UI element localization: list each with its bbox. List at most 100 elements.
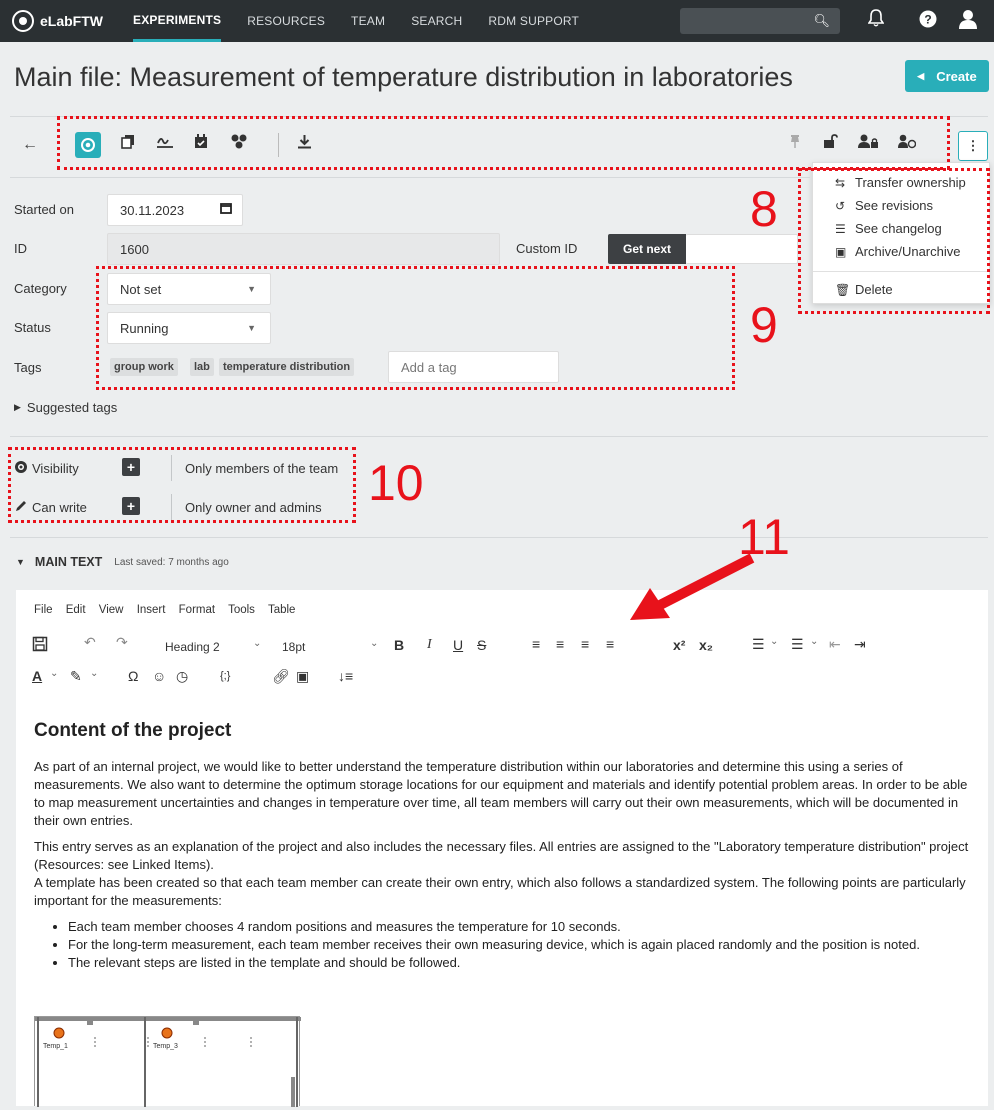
italic-icon[interactable]: I xyxy=(427,637,432,653)
nav-experiments[interactable]: EXPERIMENTS xyxy=(133,0,222,42)
custom-id-label: Custom ID xyxy=(516,241,578,256)
brand-name: eLabFTW xyxy=(40,13,103,29)
custom-id-input[interactable] xyxy=(686,234,798,264)
divider xyxy=(10,537,988,538)
paragraph: A template has been created so that each… xyxy=(34,875,966,908)
elabftw-logo-icon xyxy=(12,10,34,32)
numbered-list-icon[interactable]: ☰ xyxy=(791,636,804,653)
align-right-icon[interactable]: ≡ xyxy=(581,636,589,652)
list-item: Each team member chooses 4 random positi… xyxy=(68,918,974,936)
main-text-toggle[interactable]: ▼ MAIN TEXT Last saved: 7 months ago xyxy=(16,555,229,569)
id-label: ID xyxy=(14,241,27,256)
create-label: Create xyxy=(936,68,977,84)
rich-text-editor[interactable]: File Edit View Insert Format Tools Table… xyxy=(16,590,988,1107)
menu-view[interactable]: View xyxy=(99,604,124,616)
caret-left-icon: ◀ xyxy=(917,70,925,81)
bullet-list-icon[interactable]: ☰ xyxy=(752,636,765,653)
main-text-label: MAIN TEXT xyxy=(34,555,103,569)
get-next-button[interactable]: Get next xyxy=(608,234,686,264)
nav-team[interactable]: TEAM xyxy=(351,0,385,42)
chevron-down-icon: ⌄ xyxy=(90,668,99,679)
chevron-down-icon: ⌄ xyxy=(770,636,779,647)
code-icon[interactable]: {;} xyxy=(220,670,230,682)
menu-edit[interactable]: Edit xyxy=(66,604,86,616)
id-value: 1600 xyxy=(120,241,149,257)
bold-icon[interactable]: B xyxy=(394,637,404,653)
menu-table[interactable]: Table xyxy=(268,604,296,616)
superscript-icon[interactable]: x² xyxy=(673,637,685,653)
nav-search[interactable]: SEARCH xyxy=(411,0,462,42)
image-icon[interactable]: ▣ xyxy=(296,668,309,685)
chevron-down-icon: ⌄ xyxy=(253,638,262,649)
calendar-icon xyxy=(220,202,232,217)
triangle-down-icon: ▼ xyxy=(16,557,25,567)
text-color-icon[interactable]: A xyxy=(32,668,42,684)
link-icon[interactable]: 🔗︎ xyxy=(272,668,290,685)
date-value: 30.11.2023 xyxy=(120,202,185,218)
underline-icon[interactable]: U xyxy=(453,637,463,653)
annotation-number: 8 xyxy=(750,181,778,237)
annotation-box-10 xyxy=(8,447,356,523)
user-icon[interactable] xyxy=(958,9,978,34)
back-arrow-icon[interactable]: ← xyxy=(22,136,38,154)
menu-file[interactable]: File xyxy=(34,604,53,616)
outdent-icon[interactable]: ⇤ xyxy=(829,636,841,653)
help-icon[interactable]: ? xyxy=(919,10,937,33)
indent-icon[interactable]: ⇥ xyxy=(854,636,866,653)
nav-rdm-support[interactable]: RDM SUPPORT xyxy=(488,0,579,42)
bullet-list: Each team member chooses 4 random positi… xyxy=(68,918,974,972)
paragraph: As part of an internal project, we would… xyxy=(34,759,968,828)
floorplan-label: Temp_1 xyxy=(43,1043,68,1050)
special-char-icon[interactable]: Ω xyxy=(128,668,138,684)
bell-icon[interactable] xyxy=(867,9,885,32)
line-height-icon[interactable]: ↓≡ xyxy=(338,668,353,684)
annotation-number: 9 xyxy=(750,297,778,353)
align-center-icon[interactable]: ≡ xyxy=(556,636,564,652)
subscript-icon[interactable]: x₂ xyxy=(699,637,713,653)
justify-icon[interactable]: ≡ xyxy=(606,636,614,652)
page-title: Main file: Measurement of temperature di… xyxy=(14,62,793,92)
block-format-select[interactable]: Heading 2 xyxy=(165,640,220,654)
suggested-tags-label: Suggested tags xyxy=(26,400,118,415)
chevron-down-icon: ⌄ xyxy=(810,636,819,647)
align-left-icon[interactable]: ≡ xyxy=(532,636,540,652)
more-options-button[interactable]: ⋮ xyxy=(958,131,988,161)
top-navbar: eLabFTW EXPERIMENTS RESOURCES TEAM SEARC… xyxy=(0,0,994,42)
search-icon: 🔍︎ xyxy=(813,13,830,28)
divider xyxy=(10,177,810,178)
create-button[interactable]: ◀ Create xyxy=(905,60,989,92)
annotation-arrow-icon xyxy=(630,553,755,620)
menu-tools[interactable]: Tools xyxy=(228,604,255,616)
save-icon[interactable] xyxy=(32,636,48,655)
chevron-down-icon: ⌄ xyxy=(50,668,59,679)
started-on-date-field[interactable]: 30.11.2023 xyxy=(107,194,243,226)
undo-icon[interactable]: ↶ xyxy=(84,634,96,651)
annotation-box-toolbar xyxy=(57,116,950,170)
brand[interactable]: eLabFTW xyxy=(12,10,103,32)
emoji-icon[interactable]: ☺ xyxy=(152,668,166,684)
highlight-icon[interactable]: ✎ xyxy=(70,668,82,685)
menu-format[interactable]: Format xyxy=(179,604,215,616)
kebab-icon: ⋮ xyxy=(966,138,980,153)
search-input[interactable]: 🔍︎ xyxy=(680,8,840,34)
annotation-box-8 xyxy=(798,168,990,314)
redo-icon[interactable]: ↷ xyxy=(116,634,128,651)
editor-content[interactable]: Content of the project As part of an int… xyxy=(34,720,974,972)
suggested-tags-toggle[interactable]: ▶ Suggested tags xyxy=(14,400,117,415)
chevron-down-icon: ⌄ xyxy=(370,638,379,649)
strikethrough-icon[interactable]: S xyxy=(477,637,486,653)
menu-insert[interactable]: Insert xyxy=(137,604,166,616)
nav-resources[interactable]: RESOURCES xyxy=(247,0,325,42)
list-item: For the long-term measurement, each team… xyxy=(68,936,974,954)
svg-text:?: ? xyxy=(924,13,931,27)
floorplan-image[interactable]: Temp_1 Temp_3 xyxy=(34,1016,301,1107)
content-heading: Content of the project xyxy=(34,720,232,741)
annotation-number: 10 xyxy=(368,455,424,511)
divider xyxy=(10,436,988,437)
datetime-icon[interactable]: ◷ xyxy=(176,668,188,685)
id-field: 1600 xyxy=(107,233,500,265)
started-on-label: Started on xyxy=(14,202,74,217)
editor-menu-bar: File Edit View Insert Format Tools Table xyxy=(34,604,305,616)
font-size-select[interactable]: 18pt xyxy=(282,640,305,654)
paragraph: This entry serves as an explanation of t… xyxy=(34,839,969,872)
